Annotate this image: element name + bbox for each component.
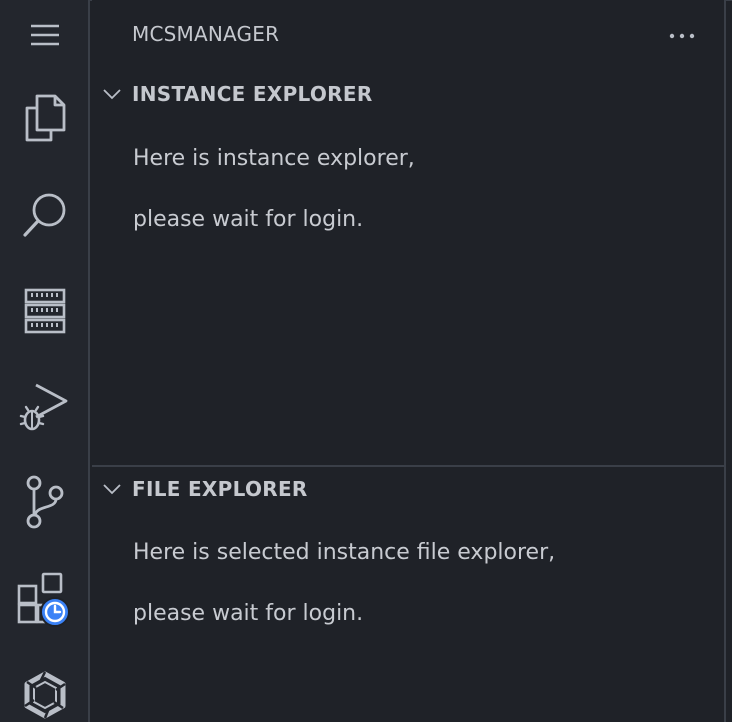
- hamburger-menu-icon: [31, 24, 59, 46]
- file-explorer-message-line1: Here is selected instance file explorer,: [133, 540, 556, 565]
- hexagon-logo-icon: [24, 671, 66, 719]
- activity-bar: [0, 0, 90, 722]
- search-icon: [23, 193, 66, 237]
- chevron-down-icon: [103, 484, 121, 495]
- mcsmanager-button[interactable]: [0, 266, 90, 356]
- explorer-button[interactable]: [0, 73, 90, 163]
- section-divider[interactable]: [92, 465, 726, 467]
- extensions-button[interactable]: [0, 556, 90, 646]
- more-actions-button[interactable]: [662, 24, 702, 48]
- instance-explorer-title: INSTANCE EXPLORER: [132, 82, 373, 106]
- file-explorer-header[interactable]: FILE EXPLORER: [92, 469, 726, 509]
- sidebar-title: MCSMANAGER: [132, 22, 280, 46]
- instance-explorer-message-line1: Here is instance explorer,: [133, 146, 415, 171]
- source-control-button[interactable]: [0, 457, 90, 547]
- file-explorer-title: FILE EXPLORER: [132, 477, 308, 501]
- instance-explorer-message-line2: please wait for login.: [133, 207, 364, 232]
- instance-explorer-header[interactable]: INSTANCE EXPLORER: [92, 74, 726, 114]
- file-explorer-message-line2: please wait for login.: [133, 601, 364, 626]
- mcsmanager-server-icon: [24, 288, 66, 334]
- ellipsis-icon: [669, 33, 695, 39]
- sidebar-panel: MCSMANAGER INSTANCE EXPLORER Here is ins…: [92, 0, 726, 722]
- extensions-clock-icon: [17, 572, 70, 627]
- files-explorer-icon: [25, 94, 66, 142]
- vscode-window: MCSMANAGER INSTANCE EXPLORER Here is ins…: [0, 0, 732, 722]
- search-button[interactable]: [0, 169, 90, 259]
- run-debug-button[interactable]: [0, 362, 90, 452]
- hexagon-logo-button[interactable]: [0, 650, 90, 722]
- menu-button[interactable]: [0, 0, 90, 80]
- source-control-icon: [26, 475, 64, 529]
- run-debug-icon: [19, 383, 68, 431]
- chevron-down-icon: [103, 89, 121, 100]
- sidebar-right-border: [724, 0, 726, 722]
